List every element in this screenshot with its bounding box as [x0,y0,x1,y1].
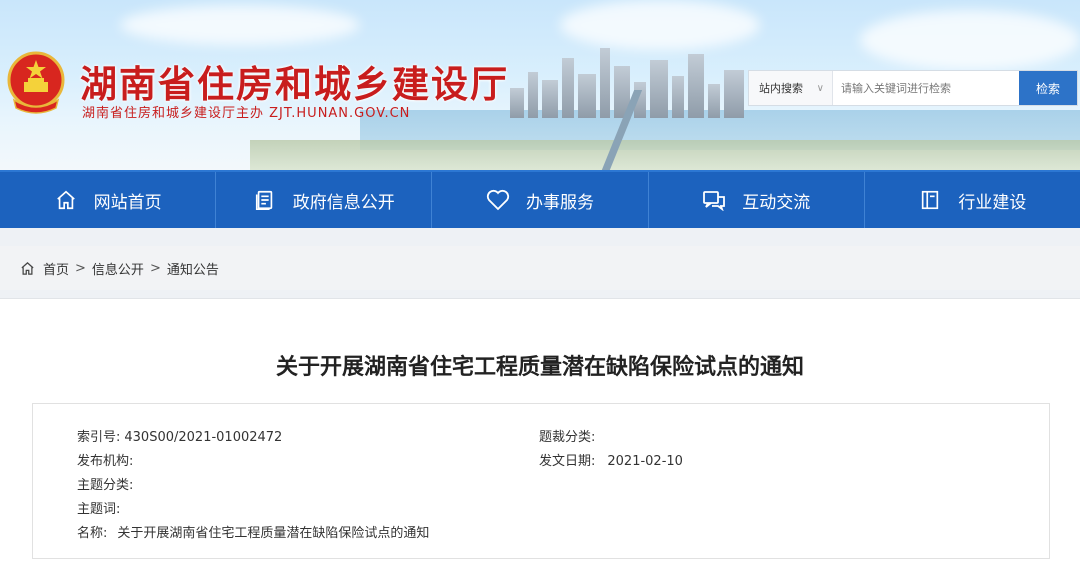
meta-publisher: 发布机构: [77,450,137,469]
chevron-down-icon: ∨ [816,82,824,94]
shore-image [250,140,1080,170]
nav-item-industry[interactable]: 行业建设 [865,172,1080,228]
header-banner: 湖南省住房和城乡建设厅 湖南省住房和城乡建设厅主办 ZJT.HUNAN.GOV.… [0,0,1080,170]
meta-label: 主题词: [77,502,121,517]
chat-icon [702,188,726,212]
meta-label: 发文日期: [539,454,596,469]
meta-genre: 题裁分类: [539,426,599,445]
meta-label: 名称: [77,526,108,541]
meta-keyword: 主题词: [77,498,124,517]
cloud [860,10,1080,70]
site-title[interactable]: 湖南省住房和城乡建设厅 [80,54,509,108]
search-box: 站内搜索 ∨ 检索 [748,70,1078,106]
meta-value: 430S00/2021-01002472 [124,430,283,445]
meta-name: 名称: 关于开展湖南省住宅工程质量潜在缺陷保险试点的通知 [77,522,429,541]
heart-icon [486,188,510,212]
breadcrumb-info-public[interactable]: 信息公开 [92,259,144,278]
article-panel: 关于开展湖南省住宅工程质量潜在缺陷保险试点的通知 索引号: 430S00/2021… [0,298,1080,568]
meta-label: 主题分类: [77,478,134,493]
cloud [120,5,360,45]
city-skyline-image [500,40,750,118]
meta-date: 发文日期: 2021-02-10 [539,450,683,469]
breadcrumb-separator: > [149,260,161,276]
nav-item-interaction[interactable]: 互动交流 [649,172,865,228]
breadcrumb-notices[interactable]: 通知公告 [167,259,219,278]
nav-label: 互动交流 [742,192,811,213]
search-scope-select[interactable]: 站内搜索 ∨ [749,71,833,105]
home-icon[interactable] [20,261,35,276]
home-icon [54,188,78,212]
book-icon [918,188,942,212]
meta-label: 索引号: [77,430,121,445]
nav-label: 政府信息公开 [292,192,395,213]
meta-index: 索引号: 430S00/2021-01002472 [77,426,282,445]
meta-value: 2021-02-10 [607,454,683,469]
nav-item-home[interactable]: 网站首页 [0,172,217,228]
page: 湖南省住房和城乡建设厅 湖南省住房和城乡建设厅主办 ZJT.HUNAN.GOV.… [0,0,1080,568]
breadcrumb-separator: > [75,260,86,276]
search-input[interactable] [833,71,1019,105]
breadcrumb-home[interactable]: 首页 [43,259,69,278]
metadata-table: 索引号: 430S00/2021-01002472 题裁分类: 发布机构: 发文日… [32,403,1050,559]
meta-topic: 主题分类: [77,474,137,493]
breadcrumb: 首页 > 信息公开 > 通知公告 [0,246,1080,290]
meta-value: 关于开展湖南省住宅工程质量潜在缺陷保险试点的通知 [117,526,430,541]
meta-label: 题裁分类: [539,430,596,445]
search-button[interactable]: 检索 [1019,71,1077,105]
nav-label: 行业建设 [958,192,1027,213]
meta-label: 发布机构: [77,454,134,469]
document-title: 关于开展湖南省住宅工程质量潜在缺陷保险试点的通知 [275,355,804,380]
site-subtitle: 湖南省住房和城乡建设厅主办 ZJT.HUNAN.GOV.CN [82,106,411,121]
nav-label: 网站首页 [93,192,162,213]
nav-label: 办事服务 [526,192,594,213]
main-nav: 网站首页 政府信息公开 办事服务 互动交流 行业建设 [0,170,1080,228]
nav-item-services[interactable]: 办事服务 [432,172,649,228]
search-scope-label: 站内搜索 [759,82,803,95]
national-emblem-icon [7,51,65,114]
document-icon [253,188,277,212]
nav-item-gov-info[interactable]: 政府信息公开 [216,172,433,228]
